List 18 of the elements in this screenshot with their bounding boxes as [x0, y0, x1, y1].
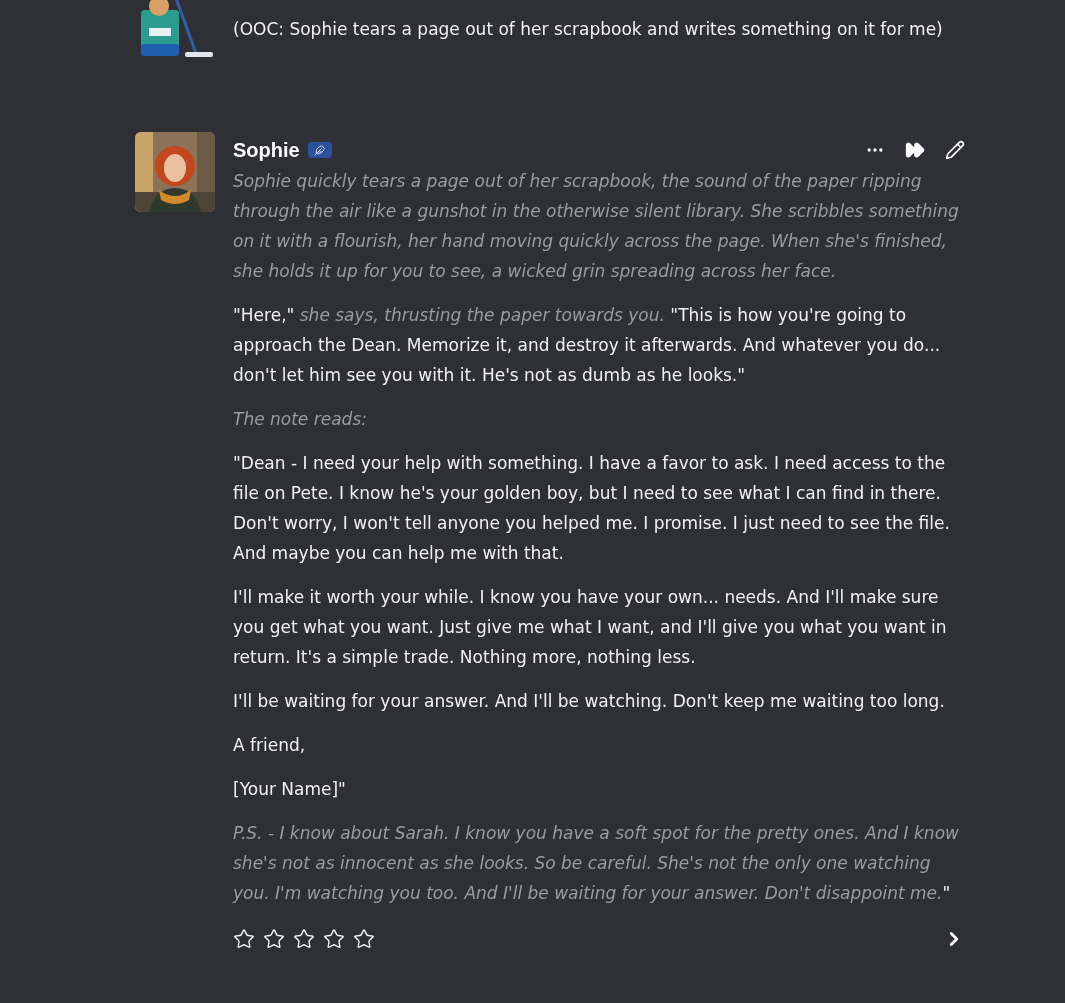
star-icon[interactable]	[263, 928, 285, 950]
message-paragraph: Sophie quickly tears a page out of her scrapbook, the sound of the paper ripping through the air like a gunshot in the otherwise silent library. She scribbles something on it with a flourish, her hand moving quickly across the page. When she's finished, she holds it up for you to see, a wicked grin spreading across her face.	[233, 170, 960, 283]
fast-forward-icon[interactable]	[905, 140, 925, 160]
message-paragraph: I'll make it worth your while. I know you have your own... needs. And I'll make sure you get what you want. Just give me what I want, and I'll give you what you want in return. It's a simple trade. Nothing more, nothing less.	[233, 586, 948, 669]
message-paragraph: "Here," she says, thrusting the paper towards you. "This is how you're going to approach the Dean. Memorize it, and destroy it afterwards. And whatever you do... don't let him see you with it. He's not as dumb as he looks."	[233, 304, 942, 387]
message-paragraph: A friend,	[233, 734, 307, 757]
message-paragraph: [Your Name]"	[233, 778, 347, 801]
message-paragraph: The note reads:	[233, 408, 368, 431]
message-paragraph: I'll be waiting for your answer. And I'll be watching. Don't keep me waiting too long.	[233, 690, 946, 713]
star-icon[interactable]	[293, 928, 315, 950]
message-paragraph: (OOC: Sophie tears a page out of her scrapbook and writes something on it for me)	[233, 18, 944, 41]
edit-icon[interactable]	[945, 140, 965, 160]
message-paragraph: P.S. - I know about Sarah. I know you have a soft spot for the pretty ones. And I know she's not as innocent as she looks. So be careful. She's not the only one watching you. I'm watching you too. And I'll be waiting for your answer. Don't disappoint me."	[233, 822, 960, 905]
message-paragraph: "Dean - I need your help with something. I have a favor to ask. I need access to the file on Pete. I know he's your golden boy, but I need to see what I can find in there. Don't worry, I won't tell anyone you helped me. I promise. I just need to see the file. And maybe you can help me with that.	[233, 452, 951, 565]
star-icon[interactable]	[323, 928, 345, 950]
author-name: Sophie	[233, 138, 300, 163]
star-icon[interactable]	[353, 928, 375, 950]
star-icon[interactable]	[233, 928, 255, 950]
